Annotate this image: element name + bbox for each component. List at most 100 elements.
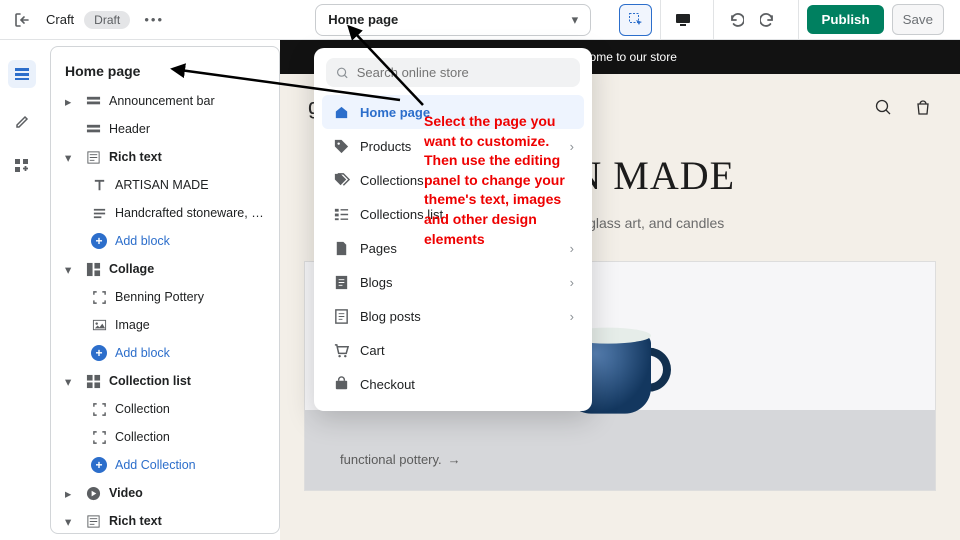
image-icon [91,317,107,333]
cursor-select-icon [628,12,644,28]
section-row[interactable]: ▾ Collage [51,255,279,283]
collections-list-icon [332,205,350,223]
blog-posts-icon [332,307,350,325]
pages-icon [332,239,350,257]
redo-button[interactable] [754,6,782,34]
undo-button[interactable] [722,6,750,34]
sections-title: Home page [51,53,279,87]
dropdown-item-blog-posts[interactable]: Blog posts› [322,299,584,333]
theme-name: Craft [46,12,74,27]
section-row[interactable]: Collection [51,423,279,451]
save-button[interactable]: Save [892,4,944,35]
inspector-toggle[interactable] [619,4,652,36]
para-icon [91,205,107,221]
section-label: Benning Pottery [115,290,204,304]
chevron-right-icon: › [570,275,574,290]
section-label: Header [109,122,150,136]
add-label: Add Collection [115,458,196,472]
undo-icon [728,12,744,28]
home-icon [332,103,350,121]
publish-button[interactable]: Publish [807,5,883,34]
section-row[interactable]: ▾ Collection list [51,367,279,395]
collections-icon [332,171,350,189]
search-icon [336,66,349,80]
section-row[interactable]: ▸ Announcement bar [51,87,279,115]
play-icon [85,485,101,501]
cart-icon [332,341,350,359]
section-label: Video [109,486,143,500]
rail-theme-settings[interactable] [8,106,36,134]
page-selector[interactable]: Home page ▾ [315,4,591,36]
bag-icon[interactable] [914,98,932,116]
add-block-button[interactable]: + Add Collection [51,451,279,479]
page-selector-label: Home page [328,12,398,27]
add-block-button[interactable]: +Add block [51,227,279,255]
section-row[interactable]: ▾Rich text [51,143,279,171]
rail-sections[interactable] [8,60,36,88]
annotation-text: Select the page you want to customize. T… [424,112,574,249]
dropdown-search[interactable] [326,58,580,87]
dropdown-item-label: Checkout [360,377,415,392]
dropdown-item-label: Blogs [360,275,393,290]
dropdown-item-label: Pages [360,241,397,256]
more-icon: ••• [144,12,164,27]
desktop-view-button[interactable] [669,6,697,34]
section-label: Collage [109,262,154,276]
collage-icon [85,261,101,277]
sections-panel: Home page ▸Announcement barHeader▾Rich t… [50,46,280,534]
dropdown-item-label: Cart [360,343,385,358]
dropdown-item-label: Collections [360,173,424,188]
section-row[interactable]: Collection [51,395,279,423]
T-icon [91,177,107,193]
chevron-icon: ▸ [65,94,77,109]
dropdown-item-label: Products [360,139,411,154]
section-label: Collection [115,402,170,416]
section-row[interactable]: ▾Rich text [51,507,279,534]
section-row[interactable]: ▸ Video [51,479,279,507]
section-row[interactable]: Image [51,311,279,339]
more-button[interactable]: ••• [140,6,168,34]
rail-apps[interactable] [8,152,36,180]
chevron-down-icon: ▾ [572,12,579,28]
plus-icon: + [91,457,107,473]
status-pill: Draft [84,11,130,29]
products-icon [332,137,350,155]
section-label: Rich text [109,150,162,164]
section-label: Announcement bar [109,94,215,108]
section-row[interactable]: Header [51,115,279,143]
section-row[interactable]: Handcrafted stoneware, gla... [51,199,279,227]
grid-icon [85,373,101,389]
chevron-right-icon: › [570,309,574,324]
section-label: Collection list [109,374,191,388]
chevron-icon: ▸ [65,486,77,501]
dropdown-search-input[interactable] [357,65,570,80]
section-label: ARTISAN MADE [115,178,209,192]
frame-icon [91,401,107,417]
section-label: Handcrafted stoneware, gla... [115,206,267,220]
add-block-button[interactable]: +Add block [51,339,279,367]
chevron-icon: ▾ [65,374,77,389]
section-row[interactable]: ARTISAN MADE [51,171,279,199]
dropdown-item-blogs[interactable]: Blogs › [322,265,584,299]
checkout-icon [332,375,350,393]
bar-icon [85,93,101,109]
sections-icon [14,66,30,82]
dropdown-item-cart[interactable]: Cart [322,333,584,367]
dropdown-item-label: Home page [360,105,430,120]
exit-icon [14,12,30,28]
frame-icon [91,429,107,445]
section-row[interactable]: Benning Pottery [51,283,279,311]
section-label: Collection [115,430,170,444]
paint-icon [14,112,30,128]
search-icon[interactable] [874,98,892,116]
plus-icon: + [91,345,107,361]
bar-icon [85,121,101,137]
dropdown-item-checkout[interactable]: Checkout [322,367,584,401]
desktop-icon [674,11,692,29]
preview-caption: functional pottery.→ [340,450,560,470]
apps-icon [14,158,30,174]
exit-button[interactable] [8,6,36,34]
redo-icon [760,12,776,28]
chevron-icon: ▾ [65,262,77,277]
richtext-icon [85,513,101,529]
